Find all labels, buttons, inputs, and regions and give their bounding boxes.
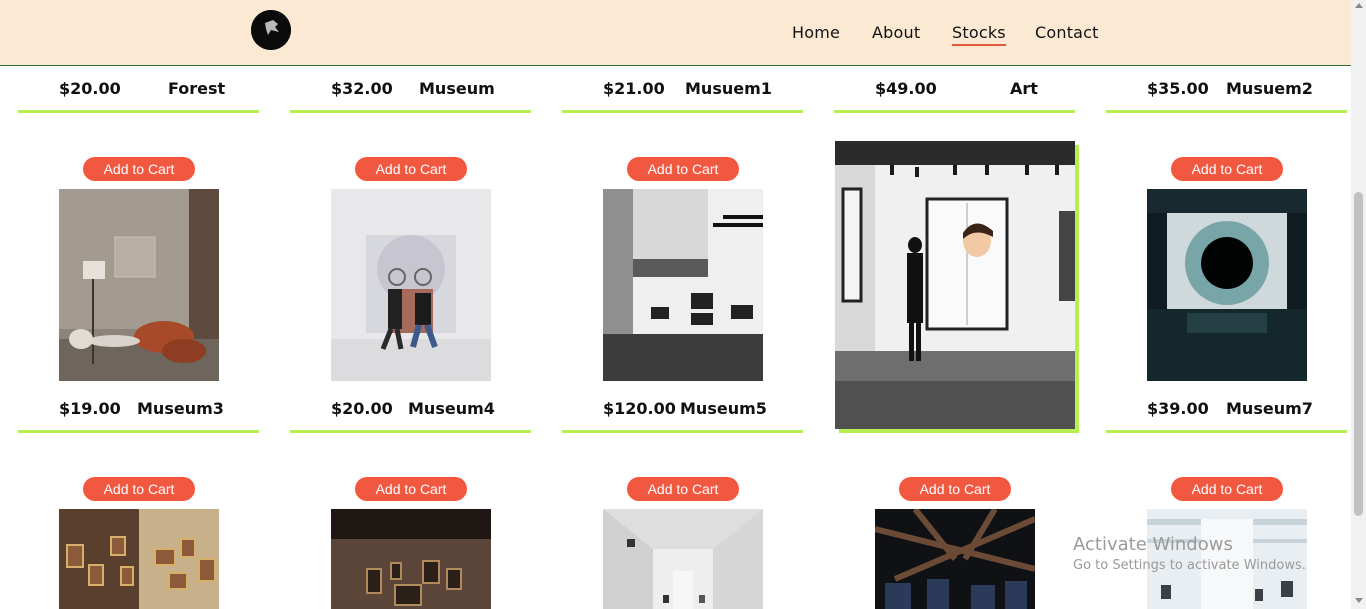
logo-icon[interactable]: [251, 10, 291, 50]
product-name: Museum7: [1226, 399, 1313, 418]
site-header: Home About Stocks Contact: [0, 0, 1351, 66]
nav-about[interactable]: About: [872, 23, 920, 42]
product-image[interactable]: [603, 189, 763, 381]
product-image[interactable]: [603, 509, 763, 609]
scroll-down-arrow-icon[interactable]: [1354, 598, 1363, 603]
product-name: Musuem1: [685, 79, 772, 98]
add-to-cart-button[interactable]: Add to Cart: [1171, 157, 1283, 181]
activate-windows-subtitle: Go to Settings to activate Windows.: [1073, 558, 1306, 573]
product-name: Museum3: [137, 399, 224, 418]
product-divider: [1106, 110, 1347, 113]
product-divider: [290, 110, 531, 113]
product-price: $32.00: [331, 79, 393, 98]
nav-stocks[interactable]: Stocks: [952, 23, 1006, 46]
product-price: $35.00: [1147, 79, 1209, 98]
nav-contact[interactable]: Contact: [1035, 23, 1099, 42]
product-name: Musuem2: [1226, 79, 1313, 98]
add-to-cart-button[interactable]: Add to Cart: [1171, 477, 1283, 501]
product-image[interactable]: [331, 189, 491, 381]
product-image[interactable]: [59, 189, 219, 381]
add-to-cart-button[interactable]: Add to Cart: [899, 477, 1011, 501]
add-to-cart-button[interactable]: Add to Cart: [355, 157, 467, 181]
product-divider: [834, 110, 1075, 113]
product-name: Museum: [419, 79, 495, 98]
add-to-cart-button[interactable]: Add to Cart: [627, 477, 739, 501]
product-divider: [18, 430, 259, 433]
product-image[interactable]: [875, 509, 1035, 609]
activate-windows-title: Activate Windows: [1073, 534, 1233, 555]
add-to-cart-button[interactable]: Add to Cart: [83, 477, 195, 501]
product-price: $19.00: [59, 399, 121, 418]
product-name: Forest: [168, 79, 226, 98]
scrollbar-thumb[interactable]: [1354, 192, 1363, 516]
product-divider: [1106, 430, 1347, 433]
product-image[interactable]: [1147, 189, 1307, 381]
product-divider: [18, 110, 259, 113]
product-image[interactable]: [331, 509, 491, 609]
scroll-up-arrow-icon[interactable]: [1354, 3, 1363, 8]
product-price: $49.00: [875, 79, 937, 98]
product-price: $39.00: [1147, 399, 1209, 418]
product-name: Art: [1010, 79, 1038, 98]
add-to-cart-button[interactable]: Add to Cart: [355, 477, 467, 501]
product-divider: [562, 110, 803, 113]
product-price: $120.00: [603, 399, 676, 418]
featured-product-image[interactable]: [835, 141, 1075, 429]
product-divider: [290, 430, 531, 433]
add-to-cart-button[interactable]: Add to Cart: [83, 157, 195, 181]
add-to-cart-button[interactable]: Add to Cart: [627, 157, 739, 181]
product-divider: [562, 430, 803, 433]
product-name: Museum4: [408, 399, 495, 418]
product-image[interactable]: [59, 509, 219, 609]
product-price: $20.00: [331, 399, 393, 418]
nav-home[interactable]: Home: [792, 23, 840, 42]
product-name: Museum5: [680, 399, 767, 418]
product-price: $20.00: [59, 79, 121, 98]
product-price: $21.00: [603, 79, 665, 98]
